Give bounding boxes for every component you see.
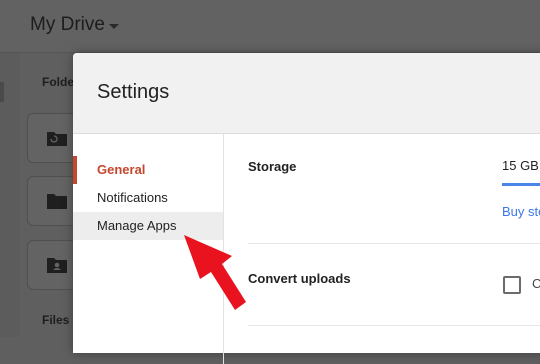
red-arrow-annotation [184,235,246,310]
